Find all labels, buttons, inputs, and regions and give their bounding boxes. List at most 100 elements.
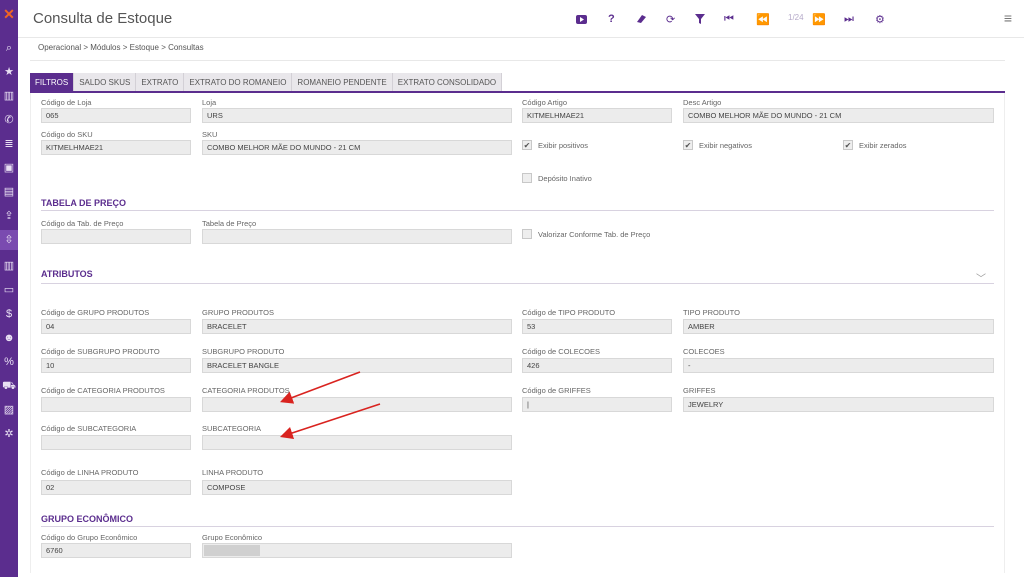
users-icon[interactable]: ☻: [0, 328, 18, 348]
tab-extrato-do-romaneio[interactable]: EXTRATO DO ROMANEIO: [184, 73, 293, 91]
eraser-icon[interactable]: [636, 11, 647, 27]
deposito-inativo-checkbox[interactable]: Depósito Inativo: [522, 173, 592, 183]
check-icon: ✔: [843, 140, 853, 150]
colecoes-label: COLECOES: [683, 347, 725, 356]
cod-subcategoria-label: Código de SUBCATEGORIA: [41, 424, 137, 433]
previous-page-icon[interactable]: ⏪: [756, 11, 770, 27]
grupo-field[interactable]: BRACELET: [202, 319, 512, 334]
refresh-icon[interactable]: ⟳: [666, 11, 675, 27]
codigo-artigo-field[interactable]: KITMELHMAE21: [522, 108, 672, 123]
report-chart-icon[interactable]: ▥: [0, 256, 18, 276]
cod-colecoes-field[interactable]: 426: [522, 358, 672, 373]
tab-romaneio-pendente[interactable]: ROMANEIO PENDENTE: [292, 73, 393, 91]
colecoes-field[interactable]: -: [683, 358, 994, 373]
valorizar-label: Valorizar Conforme Tab. de Preço: [538, 229, 651, 239]
desc-artigo-field[interactable]: COMBO MELHOR MÃE DO MUNDO - 21 CM: [683, 108, 994, 123]
first-page-icon[interactable]: ⏮: [724, 11, 734, 27]
cod-grupo-label: Código de GRUPO PRODUTOS: [41, 308, 150, 317]
page-title: Consulta de Estoque: [33, 10, 173, 27]
cod-tipo-label: Código de TIPO PRODUTO: [522, 308, 616, 317]
image-icon[interactable]: ▨: [0, 400, 18, 420]
codigo-loja-label: Código de Loja: [41, 98, 92, 107]
percent-icon[interactable]: %: [0, 352, 18, 372]
atributos-divider: [41, 283, 994, 284]
subgrupo-label: SUBGRUPO PRODUTO: [202, 347, 285, 356]
deposito-inativo-label: Depósito Inativo: [538, 173, 592, 183]
tab-extrato-consolidado[interactable]: EXTRATO CONSOLIDADO: [392, 73, 503, 91]
griffes-field[interactable]: JEWELRY: [683, 397, 994, 412]
tabela-preco-field[interactable]: [202, 229, 512, 244]
cart-icon[interactable]: ⛟: [0, 376, 18, 396]
sku-label: SKU: [202, 130, 218, 139]
exibir-zerados-checkbox[interactable]: ✔ Exibir zerados: [843, 140, 907, 150]
list-icon[interactable]: ≣: [0, 134, 18, 154]
filtros-panel: Código de Loja 065 Loja URS Código Artig…: [30, 93, 1005, 573]
breadcrumb-divider: [30, 60, 1005, 61]
categoria-field[interactable]: [202, 397, 512, 412]
exibir-positivos-label: Exibir positivos: [538, 140, 589, 150]
hamburger-menu-icon[interactable]: ≡: [1004, 10, 1012, 26]
tab-filtros[interactable]: FILTROS: [30, 73, 75, 91]
valorizar-checkbox[interactable]: Valorizar Conforme Tab. de Preço: [522, 229, 650, 239]
video-icon[interactable]: [576, 11, 587, 27]
codigo-artigo-label: Código Artigo: [522, 98, 568, 107]
loja-field[interactable]: URS: [202, 108, 512, 123]
network-icon[interactable]: ✲: [0, 424, 18, 444]
last-page-icon[interactable]: ⏭: [844, 11, 854, 27]
codigo-grupo-economico-field[interactable]: 6760: [41, 543, 191, 558]
cod-linha-field[interactable]: 02: [41, 480, 191, 495]
tipo-field[interactable]: AMBER: [683, 319, 994, 334]
codigo-loja-field[interactable]: 065: [41, 108, 191, 123]
app-window: ✕ ⌕ ★ ▥ ✆ ≣ ▣ ▤ ⇪ ⇳ ▥ ▭ $ ☻ % ⛟ ▨ ✲ Cons…: [0, 0, 1024, 577]
grupo-economico-label: Grupo Econômico: [202, 533, 263, 542]
cod-subcategoria-field[interactable]: [41, 435, 191, 450]
sidebar: ✕ ⌕ ★ ▥ ✆ ≣ ▣ ▤ ⇪ ⇳ ▥ ▭ $ ☻ % ⛟ ▨ ✲: [0, 0, 18, 577]
tabela-preco-title: TABELA DE PREÇO: [41, 198, 127, 208]
tab-bar: FILTROS SALDO SKUS EXTRATO EXTRATO DO RO…: [30, 73, 503, 91]
cod-griffes-label: Código de GRIFFES: [522, 386, 591, 395]
star-icon[interactable]: ★: [0, 62, 18, 82]
grupo-economico-field[interactable]: [202, 543, 512, 558]
cod-grupo-field[interactable]: 04: [41, 319, 191, 334]
breadcrumb: Operacional > Módulos > Estoque > Consul…: [38, 43, 204, 52]
exibir-negativos-checkbox[interactable]: ✔ Exibir negativos: [683, 140, 752, 150]
phone-icon[interactable]: ✆: [0, 110, 18, 130]
exibir-negativos-label: Exibir negativos: [699, 140, 752, 150]
inventory-icon[interactable]: ⇳: [0, 230, 18, 250]
codigo-tab-preco-field[interactable]: [41, 229, 191, 244]
pager-count: 1/24: [788, 13, 804, 22]
tab-extrato[interactable]: EXTRATO: [136, 73, 185, 91]
tabela-preco-label: Tabela de Preço: [202, 219, 257, 228]
upload-icon[interactable]: ⇪: [0, 206, 18, 226]
tabela-preco-divider: [41, 210, 994, 211]
filter-icon[interactable]: [695, 11, 705, 27]
cod-categoria-label: Código de CATEGORIA PRODUTOS: [41, 386, 165, 395]
linha-field[interactable]: COMPOSE: [202, 480, 512, 495]
sku-field[interactable]: COMBO MELHOR MÃE DO MUNDO - 21 CM: [202, 140, 512, 155]
next-page-icon[interactable]: ⏩: [812, 11, 826, 27]
monitor-icon[interactable]: ▭: [0, 280, 18, 300]
subcategoria-field[interactable]: [202, 435, 512, 450]
codigo-tab-preco-label: Código da Tab. de Preço: [41, 219, 124, 228]
tab-saldo-skus[interactable]: SALDO SKUS: [74, 73, 137, 91]
bar-chart-icon[interactable]: ▥: [0, 86, 18, 106]
cod-tipo-field[interactable]: 53: [522, 319, 672, 334]
exibir-positivos-checkbox[interactable]: ✔ Exibir positivos: [522, 140, 588, 150]
box-icon[interactable]: ▤: [0, 182, 18, 202]
dollar-icon[interactable]: $: [0, 304, 18, 324]
tipo-label: TIPO PRODUTO: [683, 308, 740, 317]
cod-categoria-field[interactable]: [41, 397, 191, 412]
codigo-sku-field[interactable]: KITMELHMAE21: [41, 140, 191, 155]
cod-subgrupo-field[interactable]: 10: [41, 358, 191, 373]
check-icon: ✔: [683, 140, 693, 150]
cod-linha-label: Código de LINHA PRODUTO: [41, 468, 139, 477]
help-icon[interactable]: ?: [608, 11, 615, 27]
gear-icon[interactable]: ⚙: [875, 11, 885, 27]
subgrupo-field[interactable]: BRACELET BANGLE: [202, 358, 512, 373]
grupo-economico-divider: [41, 526, 994, 527]
search-icon[interactable]: ⌕: [0, 38, 18, 58]
contact-card-icon[interactable]: ▣: [0, 158, 18, 178]
griffes-label: GRIFFES: [683, 386, 716, 395]
linha-label: LINHA PRODUTO: [202, 468, 264, 477]
cod-griffes-field[interactable]: |: [522, 397, 672, 412]
